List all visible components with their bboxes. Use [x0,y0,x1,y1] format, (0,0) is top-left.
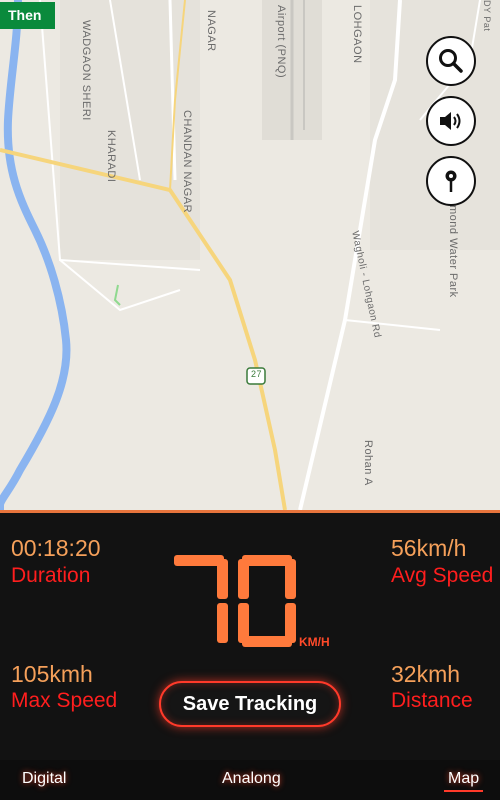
map-label-wadgaon-sheri: WADGAON SHERI [80,20,92,121]
save-tracking-button[interactable]: Save Tracking [159,681,341,727]
speed-dashboard: 00:18:20 Duration 56km/h Avg Speed 105km… [0,510,500,763]
map-label-nagar: NAGAR [205,10,217,52]
map-label-chandan-nagar: CHANDAN NAGAR [181,110,193,214]
distance-label: Distance [391,689,473,712]
duration-value: 00:18:20 [11,535,101,561]
map-label-dy-pat: DY Pat [482,0,492,32]
speed-segment-e [238,603,249,643]
distance-value: 32kmh [391,661,461,687]
speed-segment-f [238,559,249,599]
tab-digital[interactable]: Digital [22,770,66,788]
max-speed-value: 105kmh [11,661,93,687]
map-label-water-park: mond Water Park [447,205,459,298]
map-roads [0,0,500,510]
tab-map[interactable]: Map [444,770,484,792]
search-button[interactable] [426,36,476,86]
max-speed-label: Max Speed [11,689,118,712]
speed-unit: KM/H [299,635,330,649]
speed-readout: 70 [170,553,300,658]
volume-icon [440,112,461,130]
map-label-rohan: Rohan A [362,440,374,486]
speed-segment-d [242,636,292,647]
location-pin-icon [445,170,457,192]
then-badge: Then [0,2,56,29]
map-label-airport: Airport (PNQ) [275,5,287,79]
map-view[interactable]: Then WADGAON SHERI KHARADI CHANDAN NAGAR… [0,0,500,510]
bottom-nav: Digital Analong Map [0,760,500,800]
speed-segment-a [174,555,224,566]
avg-speed-value: 56km/h [391,535,467,561]
location-button[interactable] [426,156,476,206]
speed-segment-a [242,555,292,566]
speed-segment-c [217,603,228,643]
map-label-kharadi: KHARADI [105,130,117,183]
tab-analong[interactable]: Analong [222,770,281,788]
speed-digits [174,555,296,647]
map-label-lohgaon: LOHGAON [351,5,363,64]
avg-speed-label: Avg Speed [391,564,494,587]
duration-label: Duration [11,564,91,587]
volume-button[interactable] [426,96,476,146]
speed-segment-b [217,559,228,599]
highway-shield-label: 27 [251,369,263,379]
speed-segment-b [285,559,296,599]
search-icon [439,49,463,73]
